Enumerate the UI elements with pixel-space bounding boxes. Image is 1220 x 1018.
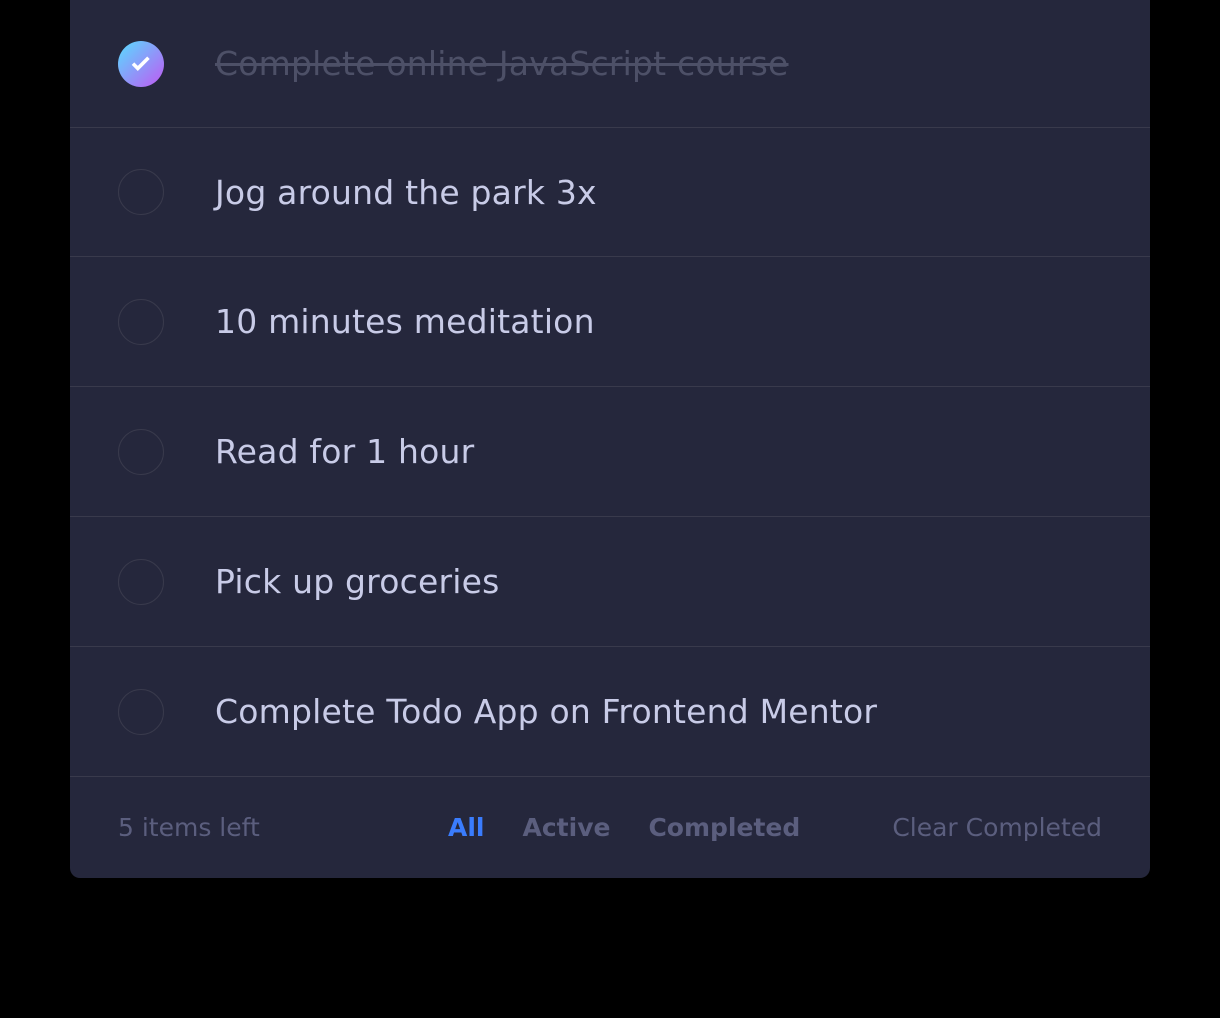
- todo-toggle[interactable]: [118, 688, 164, 735]
- todo-item[interactable]: Pick up groceries: [70, 517, 1150, 647]
- filter-group: All Active Completed: [448, 813, 800, 842]
- check-icon: [131, 56, 150, 71]
- filter-all-button[interactable]: All: [448, 813, 485, 842]
- todo-text: Jog around the park 3x: [215, 172, 597, 212]
- todo-text: 10 minutes meditation: [215, 302, 595, 341]
- todo-item[interactable]: Complete Todo App on Frontend Mentor: [70, 647, 1150, 777]
- todo-item[interactable]: Jog around the park 3x: [70, 128, 1150, 257]
- items-left-count: 5 items left: [118, 813, 260, 842]
- todo-toggle[interactable]: [118, 428, 164, 475]
- todo-list: Complete online JavaScript course Jog ar…: [70, 0, 1150, 777]
- filter-completed-button[interactable]: Completed: [648, 813, 800, 842]
- todo-toggle[interactable]: [118, 298, 164, 345]
- todo-item[interactable]: Read for 1 hour: [70, 387, 1150, 517]
- todo-card: Complete online JavaScript course Jog ar…: [70, 0, 1150, 878]
- todo-item[interactable]: 10 minutes meditation: [70, 257, 1150, 387]
- todo-toggle[interactable]: [118, 558, 164, 605]
- todo-text: Complete online JavaScript course: [215, 44, 789, 83]
- clear-completed-button[interactable]: Clear Completed: [892, 813, 1102, 842]
- todo-text: Pick up groceries: [215, 562, 500, 601]
- todo-text: Read for 1 hour: [215, 432, 475, 471]
- todo-text: Complete Todo App on Frontend Mentor: [215, 692, 878, 731]
- todo-toggle[interactable]: [118, 169, 164, 215]
- filter-active-button[interactable]: Active: [523, 813, 611, 842]
- todo-toggle[interactable]: [118, 40, 164, 87]
- todo-item[interactable]: Complete online JavaScript course: [70, 0, 1150, 128]
- todo-footer: 5 items left All Active Completed Clear …: [70, 777, 1150, 878]
